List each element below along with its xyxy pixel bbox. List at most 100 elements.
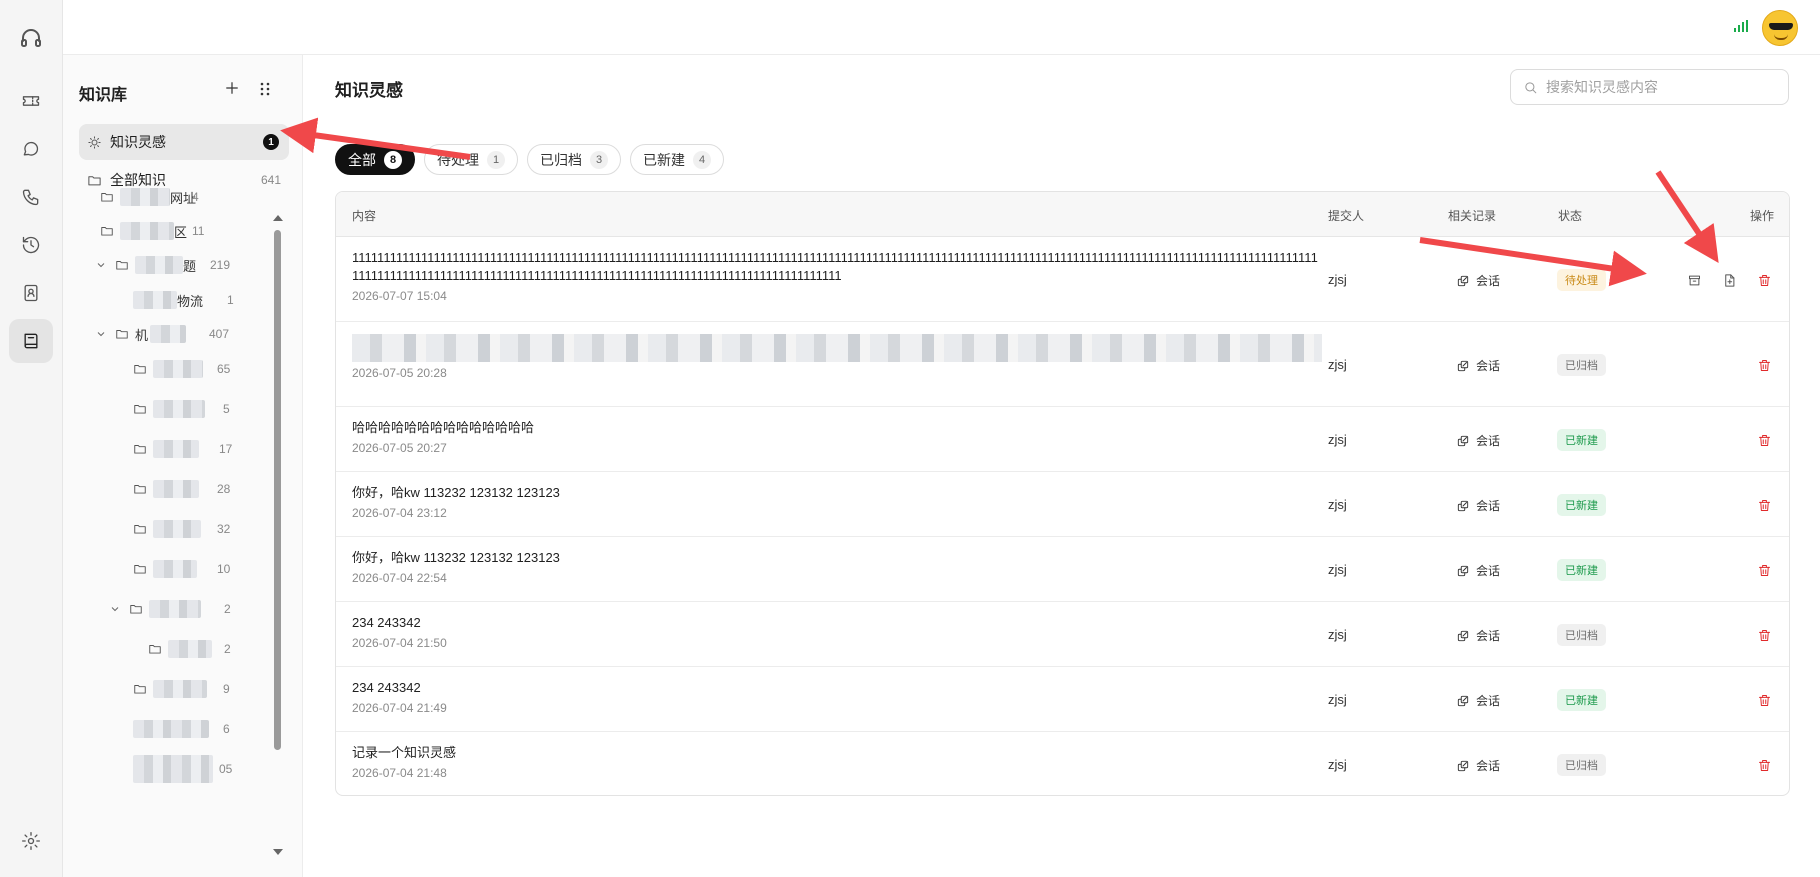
blurred-label xyxy=(153,520,201,538)
folder-icon xyxy=(134,445,146,454)
related-record-link[interactable]: 会话 xyxy=(1456,562,1500,579)
tree-item[interactable] xyxy=(133,358,203,380)
delete-icon[interactable] xyxy=(1754,690,1774,710)
page-title: 知识灵感 xyxy=(335,81,403,100)
tree-count: 10 xyxy=(217,562,231,576)
scroll-down-arrow[interactable] xyxy=(273,849,283,855)
submitter-cell: zjsj xyxy=(1328,272,1347,287)
search-input[interactable] xyxy=(1546,79,1776,95)
tree-item[interactable]: 网址 xyxy=(100,186,196,208)
tree-item[interactable]: 机 xyxy=(95,323,187,345)
tree-item[interactable]: 区 xyxy=(100,220,187,242)
table-row[interactable]: 你好，哈kw 113232 123132 123123 2026-07-04 23… xyxy=(336,472,1789,537)
status-badge: 已新建 xyxy=(1557,429,1606,451)
created-time: 2026-07-04 21:50 xyxy=(352,636,447,650)
table-row[interactable]: 234 243342 2026-07-04 21:50 zjsj 会话 已归档 xyxy=(336,602,1789,667)
drag-handle-icon[interactable] xyxy=(259,81,271,102)
delete-icon[interactable] xyxy=(1754,270,1774,290)
related-record-link[interactable]: 会话 xyxy=(1456,357,1500,374)
settings-gear-icon[interactable] xyxy=(9,819,53,863)
blurred-label xyxy=(135,256,183,274)
inspiration-table: 内容 提交人 相关记录 状态 操作 1111111111111111111111… xyxy=(335,191,1790,796)
filter-pending[interactable]: 待处理 1 xyxy=(424,144,518,175)
delete-icon[interactable] xyxy=(1754,755,1774,775)
search-icon xyxy=(1525,81,1537,93)
folder-icon xyxy=(134,565,146,574)
table-row[interactable]: 你好，哈kw 113232 123132 123123 2026-07-04 22… xyxy=(336,537,1789,602)
knowledge-book-icon[interactable] xyxy=(9,319,53,363)
tree-count: 407 xyxy=(209,327,230,341)
content-text: 你好，哈kw 113232 123132 123123 xyxy=(352,550,560,565)
tree-item[interactable] xyxy=(133,718,209,740)
unread-badge: 1 xyxy=(263,134,279,150)
filter-all[interactable]: 全部 8 xyxy=(335,144,415,175)
chevron-down-icon[interactable] xyxy=(95,328,107,340)
tree-item[interactable]: 物流 xyxy=(133,289,203,311)
filter-count: 4 xyxy=(693,150,711,169)
tree-item[interactable] xyxy=(133,438,199,460)
delete-icon[interactable] xyxy=(1754,495,1774,515)
submitter-cell: zjsj xyxy=(1328,432,1347,447)
tree-item[interactable] xyxy=(133,558,197,580)
user-avatar[interactable] xyxy=(1762,10,1798,46)
table-row[interactable]: 记录一个知识灵感 2026-07-04 21:48 zjsj 会话 已归档 xyxy=(336,732,1789,795)
sidebar-item-inspiration[interactable]: 知识灵感 1 xyxy=(79,124,289,160)
chat-icon[interactable] xyxy=(9,127,53,171)
related-record-link[interactable]: 会话 xyxy=(1456,757,1500,774)
table-row[interactable]: 2026-07-05 20:28 zjsj 会话 已归档 xyxy=(336,322,1789,407)
tree-item[interactable] xyxy=(133,398,205,420)
tree-item[interactable] xyxy=(133,478,199,500)
header-content: 内容 xyxy=(352,209,377,223)
tree-item[interactable] xyxy=(109,598,201,620)
create-knowledge-icon[interactable] xyxy=(1719,270,1739,290)
submitter-cell: zjsj xyxy=(1328,357,1347,372)
knowledge-sidebar: 知识库 知识灵感 1 全部知识 641 网址 4 区 11 题 219 物流 1… xyxy=(63,55,303,877)
table-row[interactable]: 1111111111111111111111111111111111111111… xyxy=(336,237,1789,322)
table-header: 内容 提交人 相关记录 状态 操作 xyxy=(336,192,1789,237)
filter-created[interactable]: 已新建 4 xyxy=(630,144,724,175)
related-record-link[interactable]: 会话 xyxy=(1456,692,1500,709)
header-related: 相关记录 xyxy=(1448,209,1497,223)
delete-icon[interactable] xyxy=(1754,625,1774,645)
filter-archived[interactable]: 已归档 3 xyxy=(527,144,621,175)
tree-label: 题 xyxy=(183,258,197,274)
content-cell: 234 243342 2026-07-04 21:49 xyxy=(352,679,1322,715)
history-icon[interactable] xyxy=(9,223,53,267)
tree-item[interactable]: 题 xyxy=(95,254,196,276)
related-label: 会话 xyxy=(1476,629,1501,643)
tree-item[interactable] xyxy=(133,678,207,700)
tree-item[interactable] xyxy=(133,518,201,540)
related-record-link[interactable]: 会话 xyxy=(1456,432,1500,449)
chevron-down-icon[interactable] xyxy=(109,603,121,615)
tree-item[interactable] xyxy=(148,638,212,660)
folder-icon xyxy=(134,485,146,494)
chevron-down-icon[interactable] xyxy=(95,259,107,271)
blurred-label xyxy=(133,720,209,738)
table-row[interactable]: 哈哈哈哈哈哈哈哈哈哈哈哈哈哈 2026-07-05 20:27 zjsj 会话 已新建 xyxy=(336,407,1789,472)
tree-item[interactable] xyxy=(133,755,213,783)
related-record-link[interactable]: 会话 xyxy=(1456,272,1500,289)
add-icon[interactable] xyxy=(223,79,241,102)
tree-count: 9 xyxy=(223,682,230,696)
delete-icon[interactable] xyxy=(1754,355,1774,375)
scroll-up-arrow[interactable] xyxy=(273,215,283,221)
related-record-link[interactable]: 会话 xyxy=(1456,627,1500,644)
ticket-icon[interactable] xyxy=(9,79,53,123)
search-box[interactable] xyxy=(1510,69,1789,105)
scrollbar-thumb[interactable] xyxy=(274,230,281,750)
table-row[interactable]: 234 243342 2026-07-04 21:49 zjsj 会话 已新建 xyxy=(336,667,1789,732)
phone-icon[interactable] xyxy=(9,175,53,219)
tree-count: 5 xyxy=(223,402,230,416)
delete-icon[interactable] xyxy=(1754,430,1774,450)
content-text: 哈哈哈哈哈哈哈哈哈哈哈哈哈哈 xyxy=(352,420,535,435)
delete-icon[interactable] xyxy=(1754,560,1774,580)
archive-icon[interactable] xyxy=(1684,270,1704,290)
folder-icon xyxy=(134,365,146,374)
blurred-label xyxy=(133,291,177,309)
tree-count: 11 xyxy=(192,224,205,238)
contacts-icon[interactable] xyxy=(9,271,53,315)
status-badge: 已新建 xyxy=(1557,689,1606,711)
submitter-cell: zjsj xyxy=(1328,757,1347,772)
headset-logo-icon[interactable] xyxy=(9,16,53,60)
related-record-link[interactable]: 会话 xyxy=(1456,497,1500,514)
